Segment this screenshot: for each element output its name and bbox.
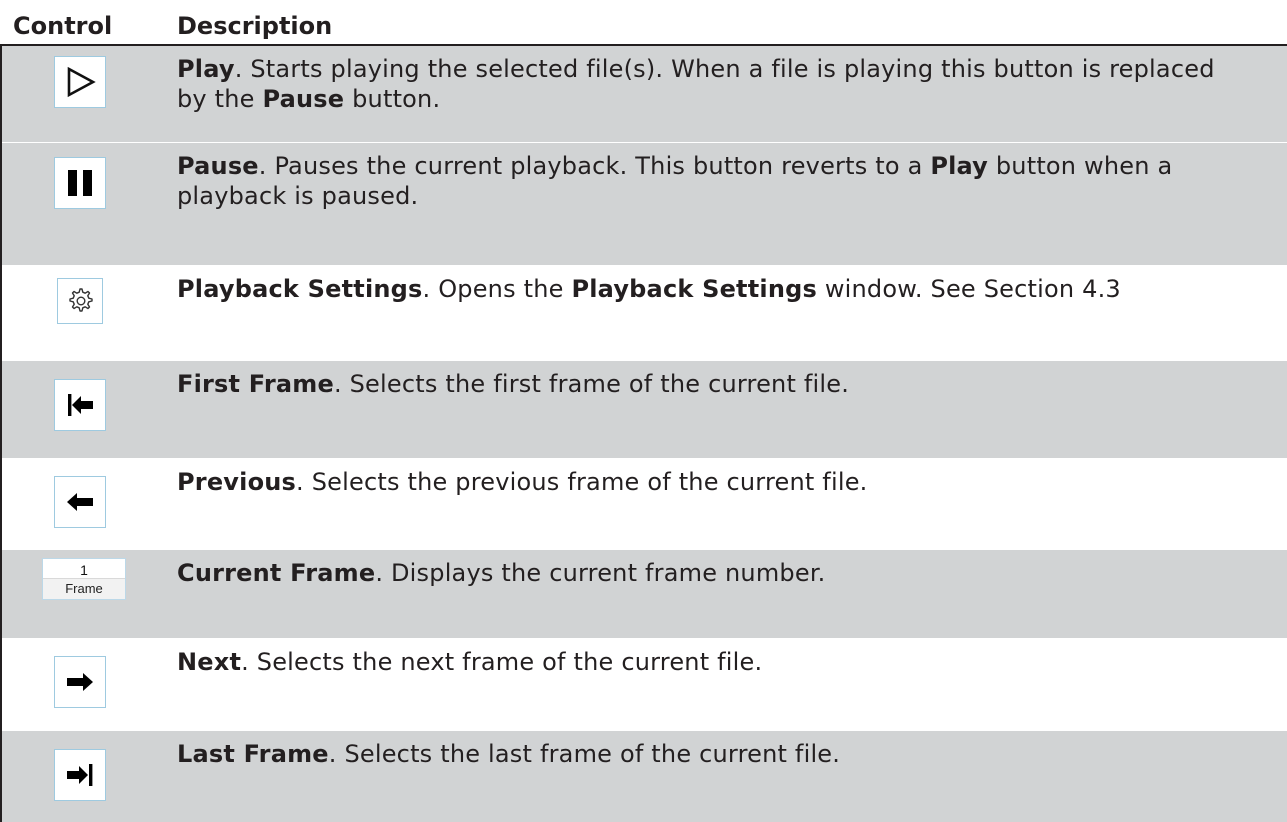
- play-button[interactable]: [54, 56, 106, 108]
- row-description: Play. Starts playing the selected file(s…: [177, 55, 1215, 113]
- row-title: First Frame: [177, 370, 334, 398]
- row-title: Pause: [177, 152, 259, 180]
- table-header: Control Description: [0, 0, 1287, 46]
- row-title: Previous: [177, 468, 297, 496]
- table-row-first-frame: First Frame. Selects the first frame of …: [2, 361, 1287, 459]
- controls-table: Control Description Play. Starts playing…: [0, 0, 1287, 822]
- gear-icon: [69, 288, 93, 312]
- row-description: Previous. Selects the previous frame of …: [177, 468, 868, 496]
- last-frame-button[interactable]: [54, 749, 106, 801]
- pause-icon: [68, 170, 92, 196]
- row-description: First Frame. Selects the first frame of …: [177, 370, 850, 398]
- row-description: Current Frame. Displays the current fram…: [177, 559, 826, 587]
- table-row-last-frame: Last Frame. Selects the last frame of th…: [2, 731, 1287, 822]
- header-description: Description: [177, 12, 333, 40]
- first-frame-icon: [68, 394, 93, 416]
- row-description: Playback Settings. Opens the Playback Se…: [177, 275, 1121, 303]
- last-frame-icon: [67, 764, 93, 786]
- table-row-playback-settings: Playback Settings. Opens the Playback Se…: [2, 266, 1287, 361]
- previous-arrow-icon: [67, 493, 93, 511]
- first-frame-button[interactable]: [54, 379, 106, 431]
- table-row-play: Play. Starts playing the selected file(s…: [2, 46, 1287, 143]
- row-description: Next. Selects the next frame of the curr…: [177, 648, 763, 676]
- frame-counter: 1 Frame: [42, 558, 126, 600]
- table-row-next: Next. Selects the next frame of the curr…: [2, 639, 1287, 731]
- frame-number: 1: [80, 562, 88, 578]
- table-row-previous: Previous. Selects the previous frame of …: [2, 459, 1287, 550]
- playback-settings-button[interactable]: [57, 278, 103, 324]
- previous-button[interactable]: [54, 476, 106, 528]
- frame-label: Frame: [43, 578, 125, 599]
- next-button[interactable]: [54, 656, 106, 708]
- row-title: Play: [177, 55, 235, 83]
- header-control: Control: [13, 12, 113, 40]
- row-title: Current Frame: [177, 559, 376, 587]
- row-description: Last Frame. Selects the last frame of th…: [177, 740, 841, 768]
- row-description: Pause. Pauses the current playback. This…: [177, 152, 1173, 210]
- play-outline-icon: [67, 66, 96, 98]
- pause-button[interactable]: [54, 157, 106, 209]
- table-row-current-frame: 1 Frame Current Frame. Displays the curr…: [2, 550, 1287, 639]
- row-title: Next: [177, 648, 242, 676]
- table-row-pause: Pause. Pauses the current playback. This…: [2, 143, 1287, 266]
- next-arrow-icon: [67, 673, 93, 691]
- row-title: Last Frame: [177, 740, 329, 768]
- row-title: Playback Settings: [177, 275, 423, 303]
